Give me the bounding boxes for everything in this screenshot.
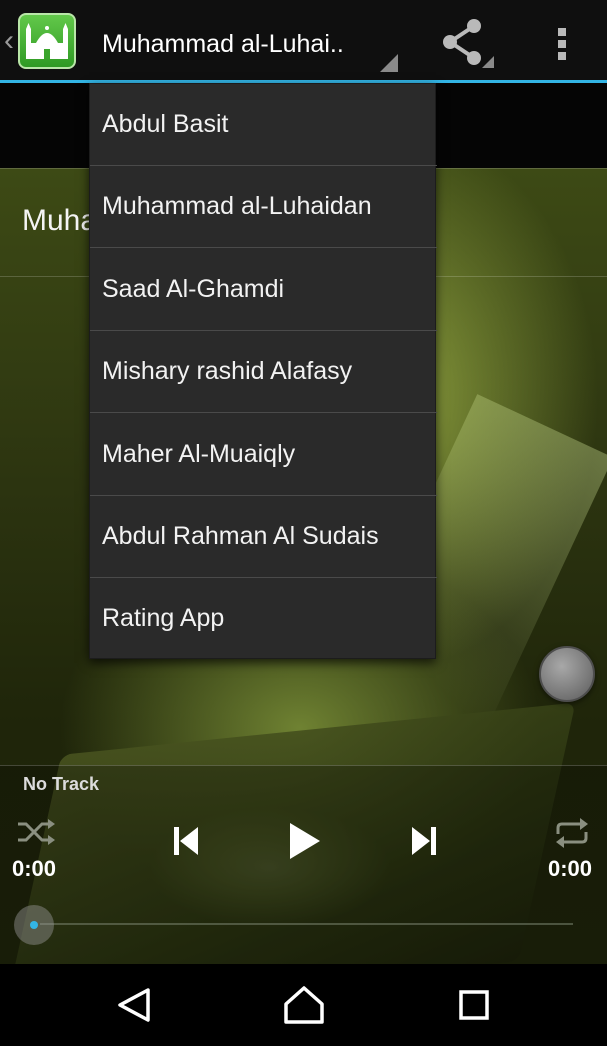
reciter-name-label: Muha xyxy=(22,204,98,237)
floating-knob-button[interactable] xyxy=(539,646,595,702)
previous-icon[interactable] xyxy=(170,824,202,858)
total-time: 0:00 xyxy=(548,856,593,881)
dropdown-item-abdul-rahman-al-sudais[interactable]: Abdul Rahman Al Sudais xyxy=(90,496,437,578)
dropdown-item-saad-al-ghamdi[interactable]: Saad Al-Ghamdi xyxy=(90,249,437,331)
recents-icon[interactable] xyxy=(444,980,504,1030)
reciter-dropdown-menu: Abdul Basit Muhammad al-Luhaidan Saad Al… xyxy=(89,83,437,660)
seek-thumb[interactable] xyxy=(14,905,54,945)
dropdown-item-muhammad-al-luhaidan[interactable]: Muhammad al-Luhaidan xyxy=(90,166,437,248)
repeat-icon[interactable] xyxy=(552,816,592,850)
spinner-triangle-icon xyxy=(380,54,398,72)
dropdown-item-rating-app[interactable]: Rating App xyxy=(90,578,437,660)
spinner-selected-label: Muhammad al-Luhai.. xyxy=(102,30,344,58)
elapsed-time: 0:00 xyxy=(12,856,57,881)
seek-bar[interactable] xyxy=(40,923,573,925)
dropdown-item-maher-al-muaiqly[interactable]: Maher Al-Muaiqly xyxy=(90,414,437,496)
back-icon[interactable] xyxy=(104,980,164,1030)
action-bar: ‹ Muhammad al-Luhai.. xyxy=(0,0,607,80)
dropdown-item-abdul-basit[interactable]: Abdul Basit xyxy=(90,84,437,166)
next-icon[interactable] xyxy=(408,824,440,858)
dropdown-item-mishary-rashid-alafasy[interactable]: Mishary rashid Alafasy xyxy=(90,331,437,413)
shuffle-icon[interactable] xyxy=(16,816,56,848)
mosque-icon[interactable] xyxy=(18,13,76,69)
track-title: No Track xyxy=(23,774,100,794)
share-submenu-indicator-icon xyxy=(482,56,494,68)
reciter-spinner[interactable]: Muhammad al-Luhai.. xyxy=(86,6,402,74)
system-nav-bar xyxy=(0,964,607,1046)
play-icon[interactable] xyxy=(284,820,324,862)
overflow-menu-button[interactable] xyxy=(540,14,584,70)
home-icon[interactable] xyxy=(274,980,334,1030)
up-caret-icon[interactable]: ‹ xyxy=(4,26,16,56)
player-panel: No Track 0:00 0:00 xyxy=(0,765,607,964)
